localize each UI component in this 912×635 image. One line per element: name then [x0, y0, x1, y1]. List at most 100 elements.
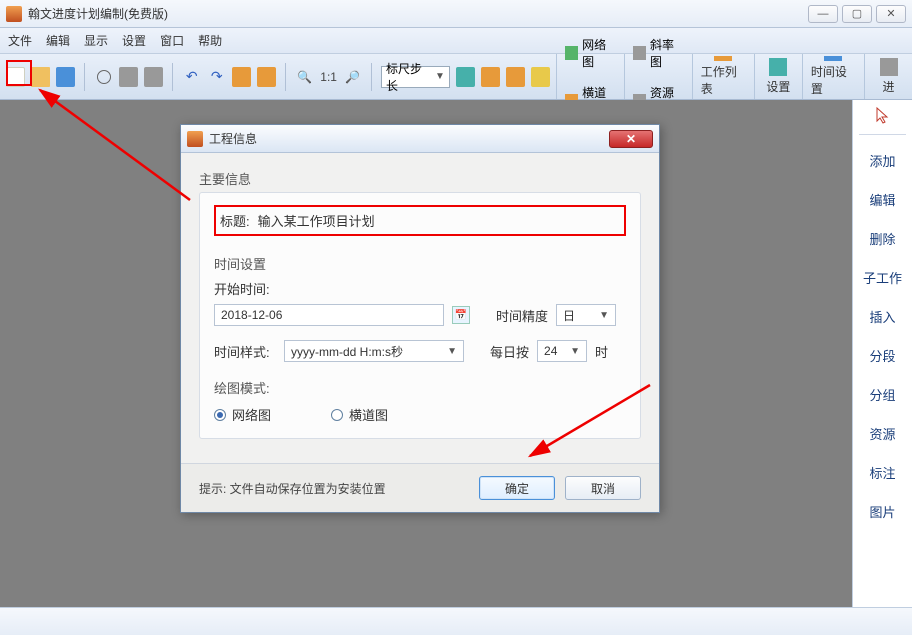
more-tab[interactable]: 进 [864, 54, 912, 99]
label-title: 标题: [220, 211, 250, 230]
gear-icon [769, 58, 787, 76]
project-info-dialog: 工程信息 ✕ 主要信息 标题: 输入某工作项目计划 时间设置 开始时间: 201… [180, 124, 660, 513]
zoom-in-button[interactable]: 🔎 [343, 67, 362, 87]
daily-unit: 时 [595, 342, 608, 361]
dialog-close-button[interactable]: ✕ [609, 130, 653, 148]
section-time: 时间设置 [214, 254, 626, 273]
print-button[interactable] [119, 67, 138, 87]
link-b-button[interactable] [481, 67, 500, 87]
save-button[interactable] [56, 67, 75, 87]
separator [172, 63, 173, 91]
label-precision: 时间精度 [496, 306, 548, 325]
menu-edit[interactable]: 编辑 [46, 32, 70, 49]
side-split[interactable]: 分段 [853, 340, 912, 371]
ruler-label: 标尺步长 [386, 60, 431, 94]
dialog-titlebar[interactable]: 工程信息 ✕ [181, 125, 659, 153]
timesettings-tab[interactable]: 时间设置 [802, 54, 864, 99]
undo-button[interactable]: ↶ [182, 67, 201, 87]
menu-view[interactable]: 显示 [84, 32, 108, 49]
title-value: 输入某工作项目计划 [258, 211, 375, 230]
side-annotate[interactable]: 标注 [853, 457, 912, 488]
radio-icon [214, 409, 226, 421]
find-button[interactable] [257, 67, 276, 87]
link-c-button[interactable] [506, 67, 525, 87]
statusbar [0, 607, 912, 635]
tool-a-button[interactable] [232, 67, 251, 87]
separator [285, 63, 286, 91]
dropdown-icon: ▼ [447, 346, 457, 357]
dropdown-icon: ▼ [435, 71, 445, 82]
open-file-button[interactable] [31, 67, 50, 87]
radio-network[interactable]: 网络图 [214, 405, 271, 424]
precision-value: 日 [563, 307, 575, 324]
slope-icon [633, 46, 646, 60]
zoom-reset-button[interactable]: 1:1 [320, 70, 337, 84]
radio-gantt-label: 横道图 [349, 405, 388, 424]
radio-gantt[interactable]: 横道图 [331, 405, 388, 424]
app-icon [6, 6, 22, 22]
zoom-out-button[interactable]: 🔍 [295, 67, 314, 87]
menu-help[interactable]: 帮助 [198, 32, 222, 49]
daily-value: 24 [544, 344, 557, 358]
time-format-combo[interactable]: yyyy-mm-dd H:m:s秒 ▼ [284, 340, 464, 362]
dialog-icon [187, 131, 203, 147]
window-titlebar: 翰文进度计划编制(免费版) — ▢ ✕ [0, 0, 912, 28]
restore-button[interactable]: ▢ [842, 5, 872, 23]
menu-bar: 文件 编辑 显示 设置 窗口 帮助 [0, 28, 912, 54]
menu-window[interactable]: 窗口 [160, 32, 184, 49]
daily-hours-combo[interactable]: 24 ▼ [537, 340, 587, 362]
dropdown-icon: ▼ [570, 346, 580, 357]
chart-group: 斜率图 资源图 [624, 54, 692, 99]
cursor-icon[interactable] [874, 106, 892, 124]
clock-icon [824, 56, 842, 61]
list-icon [714, 56, 732, 61]
redo-button[interactable]: ↷ [207, 67, 226, 87]
close-button[interactable]: ✕ [876, 5, 906, 23]
link-a-button[interactable] [456, 67, 475, 87]
dialog-title: 工程信息 [209, 130, 257, 147]
side-insert[interactable]: 插入 [853, 301, 912, 332]
radio-network-label: 网络图 [232, 405, 271, 424]
side-resource[interactable]: 资源 [853, 418, 912, 449]
annotation-highlight-title: 标题: 输入某工作项目计划 [214, 205, 626, 236]
window-title: 翰文进度计划编制(免费版) [28, 5, 808, 22]
precision-combo[interactable]: 日▼ [556, 304, 616, 326]
toolbar: ↶ ↷ 🔍 1:1 🔎 标尺步长 ▼ 网络图 横道图 斜率图 资源图 工作列表 … [0, 54, 912, 100]
minimize-button[interactable]: — [808, 5, 838, 23]
worklist-tab[interactable]: 工作列表 [692, 54, 754, 99]
ruler-step-combo[interactable]: 标尺步长 ▼ [381, 66, 450, 88]
side-image[interactable]: 图片 [853, 496, 912, 527]
annotation-highlight-new [6, 60, 32, 86]
radio-icon [331, 409, 343, 421]
view-group: 网络图 横道图 [556, 54, 624, 99]
calendar-icon[interactable]: 📅 [452, 306, 470, 324]
separator [371, 63, 372, 91]
label-format: 时间样式: [214, 342, 276, 361]
side-subtask[interactable]: 子工作 [853, 262, 912, 293]
label-daily: 每日按 [490, 342, 529, 361]
print-preview-button[interactable] [144, 67, 163, 87]
section-draw: 绘图模式: [214, 378, 626, 397]
timesettings-label: 时间设置 [811, 63, 856, 97]
side-add[interactable]: 添加 [853, 145, 912, 176]
ok-button[interactable]: 确定 [479, 476, 555, 500]
view-network[interactable]: 网络图 [582, 36, 616, 70]
search-button[interactable] [94, 67, 113, 87]
link-d-button[interactable] [531, 67, 550, 87]
side-delete[interactable]: 删除 [853, 223, 912, 254]
separator [84, 63, 85, 91]
view-slope[interactable]: 斜率图 [650, 36, 684, 70]
label-start: 开始时间: [214, 279, 276, 298]
side-group[interactable]: 分组 [853, 379, 912, 410]
more-icon [880, 58, 898, 76]
cancel-button[interactable]: 取消 [565, 476, 641, 500]
side-edit[interactable]: 编辑 [853, 184, 912, 215]
menu-file[interactable]: 文件 [8, 32, 32, 49]
menu-settings[interactable]: 设置 [122, 32, 146, 49]
settings-tab[interactable]: 设置 [754, 54, 802, 99]
separator [859, 134, 906, 135]
start-date-input[interactable]: 2018-12-06 [214, 304, 444, 326]
dialog-hint: 提示: 文件自动保存位置为安装位置 [199, 480, 469, 497]
worklist-label: 工作列表 [701, 63, 746, 97]
format-value: yyyy-mm-dd H:m:s秒 [291, 343, 403, 360]
